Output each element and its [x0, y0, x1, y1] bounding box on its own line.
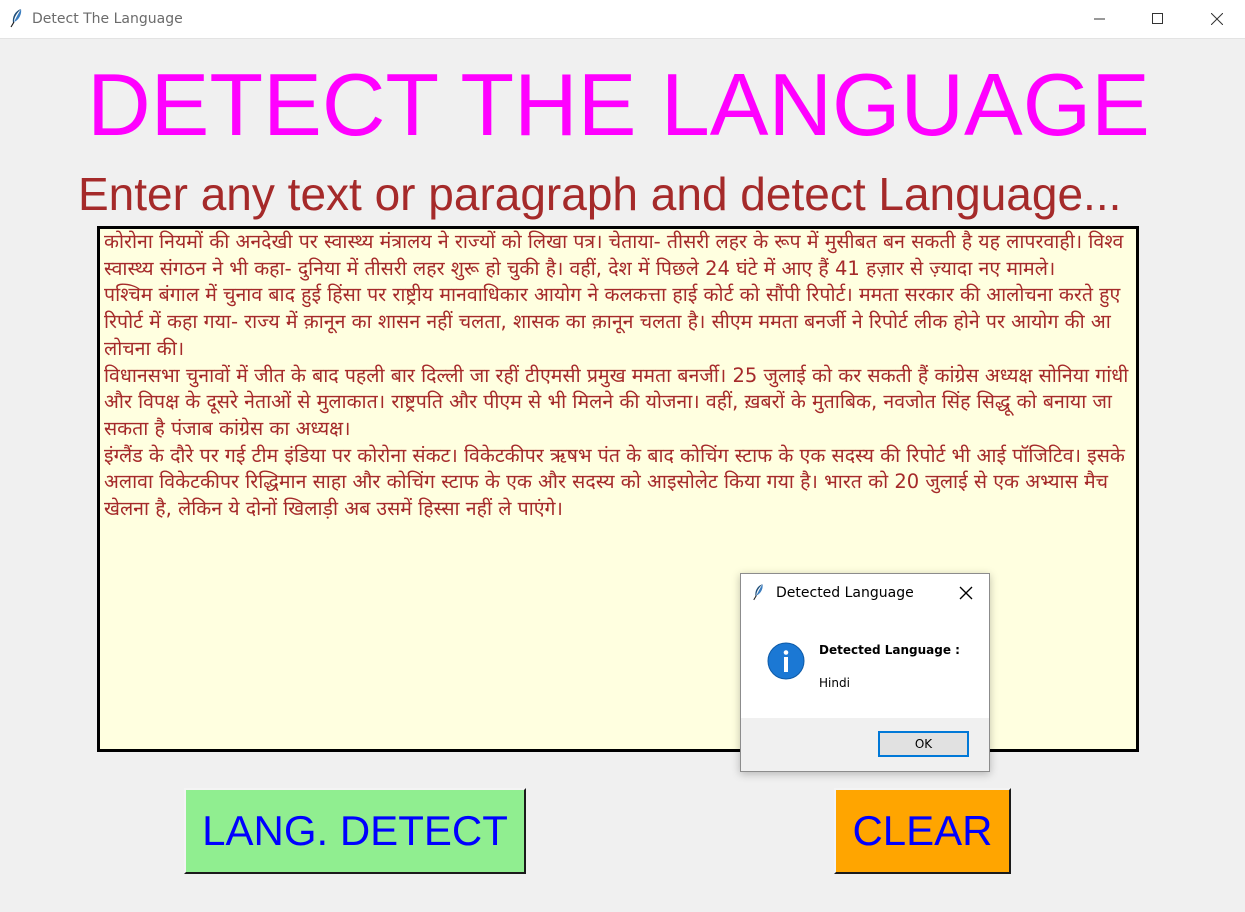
- close-icon: [1211, 13, 1223, 25]
- minimize-button[interactable]: [1077, 0, 1123, 38]
- minimize-icon: [1094, 18, 1105, 20]
- maximize-icon: [1152, 13, 1163, 24]
- ok-button[interactable]: OK: [878, 731, 969, 757]
- dialog-message-label: Detected Language :: [819, 643, 960, 657]
- page-subtitle: Enter any text or paragraph and detect L…: [78, 168, 1122, 220]
- window-titlebar: Detect The Language: [0, 0, 1245, 39]
- close-icon: [959, 586, 973, 600]
- lang-detect-button[interactable]: LANG. DETECT: [184, 788, 526, 874]
- clear-button[interactable]: CLEAR: [834, 788, 1011, 874]
- close-button[interactable]: [1194, 0, 1240, 38]
- feather-icon: [9, 8, 25, 28]
- text-input-content[interactable]: कोरोना नियमों की अनदेखी पर स्वास्थ्य मंत…: [104, 229, 1130, 523]
- dialog-close-button[interactable]: [959, 585, 975, 601]
- window-title: Detect The Language: [32, 11, 183, 27]
- dialog-footer: OK: [741, 718, 989, 771]
- detected-language-dialog: Detected Language Detected Language : Hi…: [740, 573, 990, 772]
- page-title: DETECT THE LANGUAGE: [87, 55, 1150, 154]
- feather-icon: [752, 583, 766, 605]
- maximize-button[interactable]: [1135, 0, 1181, 38]
- info-icon: [767, 642, 805, 684]
- dialog-message-value: Hindi: [819, 676, 850, 690]
- dialog-title: Detected Language: [776, 585, 914, 601]
